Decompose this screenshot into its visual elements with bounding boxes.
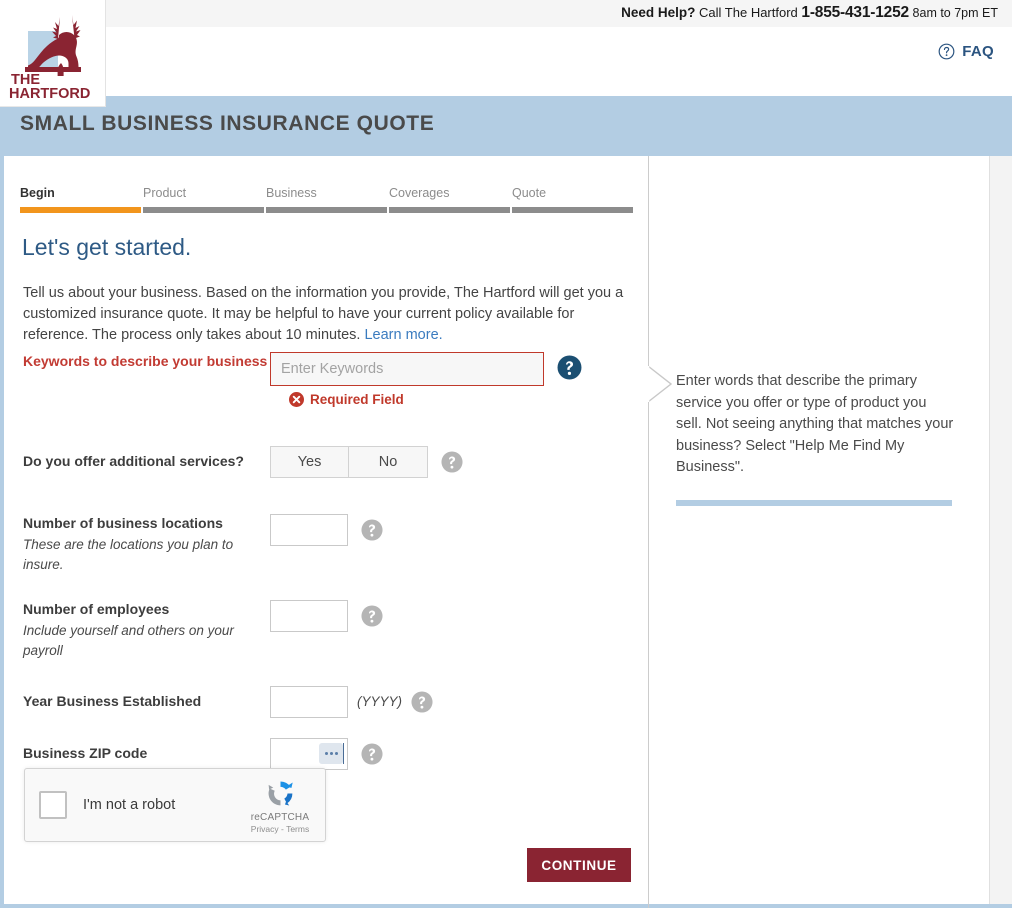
recaptcha-checkbox[interactable] — [39, 791, 67, 819]
keywords-input[interactable] — [270, 352, 544, 386]
learn-more-link[interactable]: Learn more. — [364, 327, 442, 343]
chevron-right-pointer-icon — [647, 365, 673, 403]
top-utility-bar: Need Help? Call The Hartford 1-855-431-1… — [0, 0, 1012, 27]
keywords-label: Keywords to describe your business — [23, 353, 268, 369]
keywords-help-icon[interactable] — [557, 355, 582, 380]
intro-text: Tell us about your business. Based on th… — [23, 285, 624, 343]
question-circle-icon — [938, 43, 955, 60]
locations-input[interactable] — [270, 514, 348, 546]
zip-help-icon[interactable] — [361, 743, 383, 765]
recaptcha-brand-name: reCAPTCHA — [250, 811, 310, 823]
help-panel-divider — [676, 499, 952, 506]
field-row-keywords: Keywords to describe your business Enter… — [4, 352, 648, 422]
content-column-divider — [648, 156, 649, 908]
step-begin-bar — [20, 207, 141, 213]
step-quote[interactable]: Quote — [512, 186, 633, 213]
right-rail-strip — [989, 156, 1012, 904]
step-business-bar — [266, 207, 387, 213]
recaptcha-privacy-terms[interactable]: Privacy - Terms — [241, 824, 319, 834]
progress-stepper: Begin Product Business Coverages Quote — [20, 186, 633, 213]
locations-label: Number of business locations These are t… — [4, 514, 270, 575]
recaptcha-widget[interactable]: I'm not a robot reCAPTCHA Privacy - Term… — [24, 768, 326, 842]
keywords-error-text: Required Field — [310, 392, 404, 407]
step-product-label: Product — [143, 186, 187, 200]
locations-help-icon[interactable] — [361, 519, 383, 541]
faq-link[interactable]: FAQ — [938, 43, 994, 60]
recaptcha-logo-icon — [268, 781, 293, 805]
field-row-locations: Number of business locations These are t… — [4, 514, 648, 600]
quote-form-content: Begin Product Business Coverages Quote L… — [0, 156, 1012, 908]
step-begin[interactable]: Begin — [20, 186, 141, 213]
need-help-label: Need Help? — [621, 5, 696, 20]
recaptcha-label: I'm not a robot — [83, 797, 176, 813]
page-title-banner: SMALL BUSINESS INSURANCE QUOTE — [0, 96, 1012, 156]
additional-services-toggle: Yes No — [270, 446, 428, 478]
logo-line-hartford: HARTFORD — [9, 86, 90, 101]
zip-input-wrapper — [270, 738, 348, 770]
year-established-input[interactable] — [270, 686, 348, 718]
recaptcha-branding: reCAPTCHA Privacy - Terms — [241, 777, 319, 834]
employees-help-icon[interactable] — [361, 605, 383, 627]
additional-services-help-icon[interactable] — [441, 451, 463, 473]
error-circle-x-icon — [289, 392, 304, 407]
step-quote-bar — [512, 207, 633, 213]
need-help-block: Need Help? Call The Hartford 1-855-431-1… — [621, 5, 998, 21]
intro-paragraph: Tell us about your business. Based on th… — [23, 283, 629, 346]
step-product[interactable]: Product — [143, 186, 264, 213]
hartford-logo-box[interactable]: THE HARTFORD — [0, 0, 106, 107]
step-product-bar — [143, 207, 264, 213]
page-title: SMALL BUSINESS INSURANCE QUOTE — [20, 112, 435, 135]
year-established-label: Year Business Established — [23, 693, 202, 709]
business-info-form: Keywords to describe your business Enter… — [4, 352, 648, 790]
site-header: FAQ — [0, 27, 1012, 98]
locations-hint: These are the locations you plan to insu… — [23, 537, 234, 572]
additional-services-yes-button[interactable]: Yes — [270, 446, 349, 478]
support-phone-number[interactable]: 1-855-431-1252 — [801, 4, 909, 21]
autofill-dots-icon[interactable] — [319, 743, 343, 764]
contextual-help-panel: Enter words that describe the primary se… — [647, 365, 954, 506]
help-panel-text: Enter words that describe the primary se… — [676, 373, 954, 475]
year-format-note: (YYYY) — [357, 694, 403, 709]
field-row-employees: Number of employees Include yourself and… — [4, 600, 648, 686]
locations-label-text: Number of business locations — [23, 515, 223, 531]
faq-label: FAQ — [962, 43, 994, 60]
employees-label-text: Number of employees — [23, 601, 170, 617]
additional-services-label: Do you offer additional services? — [23, 453, 244, 469]
additional-services-no-button[interactable]: No — [349, 446, 428, 478]
call-the-hartford-label: Call The Hartford — [699, 5, 798, 20]
step-coverages-label: Coverages — [389, 186, 450, 200]
step-quote-label: Quote — [512, 186, 547, 200]
step-business-label: Business — [266, 186, 317, 200]
employees-input[interactable] — [270, 600, 348, 632]
step-coverages[interactable]: Coverages — [389, 186, 510, 213]
step-begin-label: Begin — [20, 186, 55, 200]
text-caret — [343, 743, 344, 764]
employees-label: Number of employees Include yourself and… — [4, 600, 270, 661]
employees-hint: Include yourself and others on your payr… — [23, 623, 234, 658]
stag-logo-icon: THE HARTFORD — [9, 15, 90, 101]
year-established-help-icon[interactable] — [411, 691, 433, 713]
section-headline: Let's get started. — [22, 234, 192, 260]
zip-label: Business ZIP code — [23, 745, 148, 761]
step-coverages-bar — [389, 207, 510, 213]
field-row-additional-services: Do you offer additional services? Yes No — [4, 446, 648, 498]
keywords-required-message: Required Field — [289, 392, 404, 407]
step-business[interactable]: Business — [266, 186, 387, 213]
continue-button[interactable]: CONTINUE — [527, 848, 631, 882]
support-hours-label: 8am to 7pm ET — [912, 6, 998, 20]
field-row-year-established: Year Business Established (YYYY) — [4, 686, 648, 738]
